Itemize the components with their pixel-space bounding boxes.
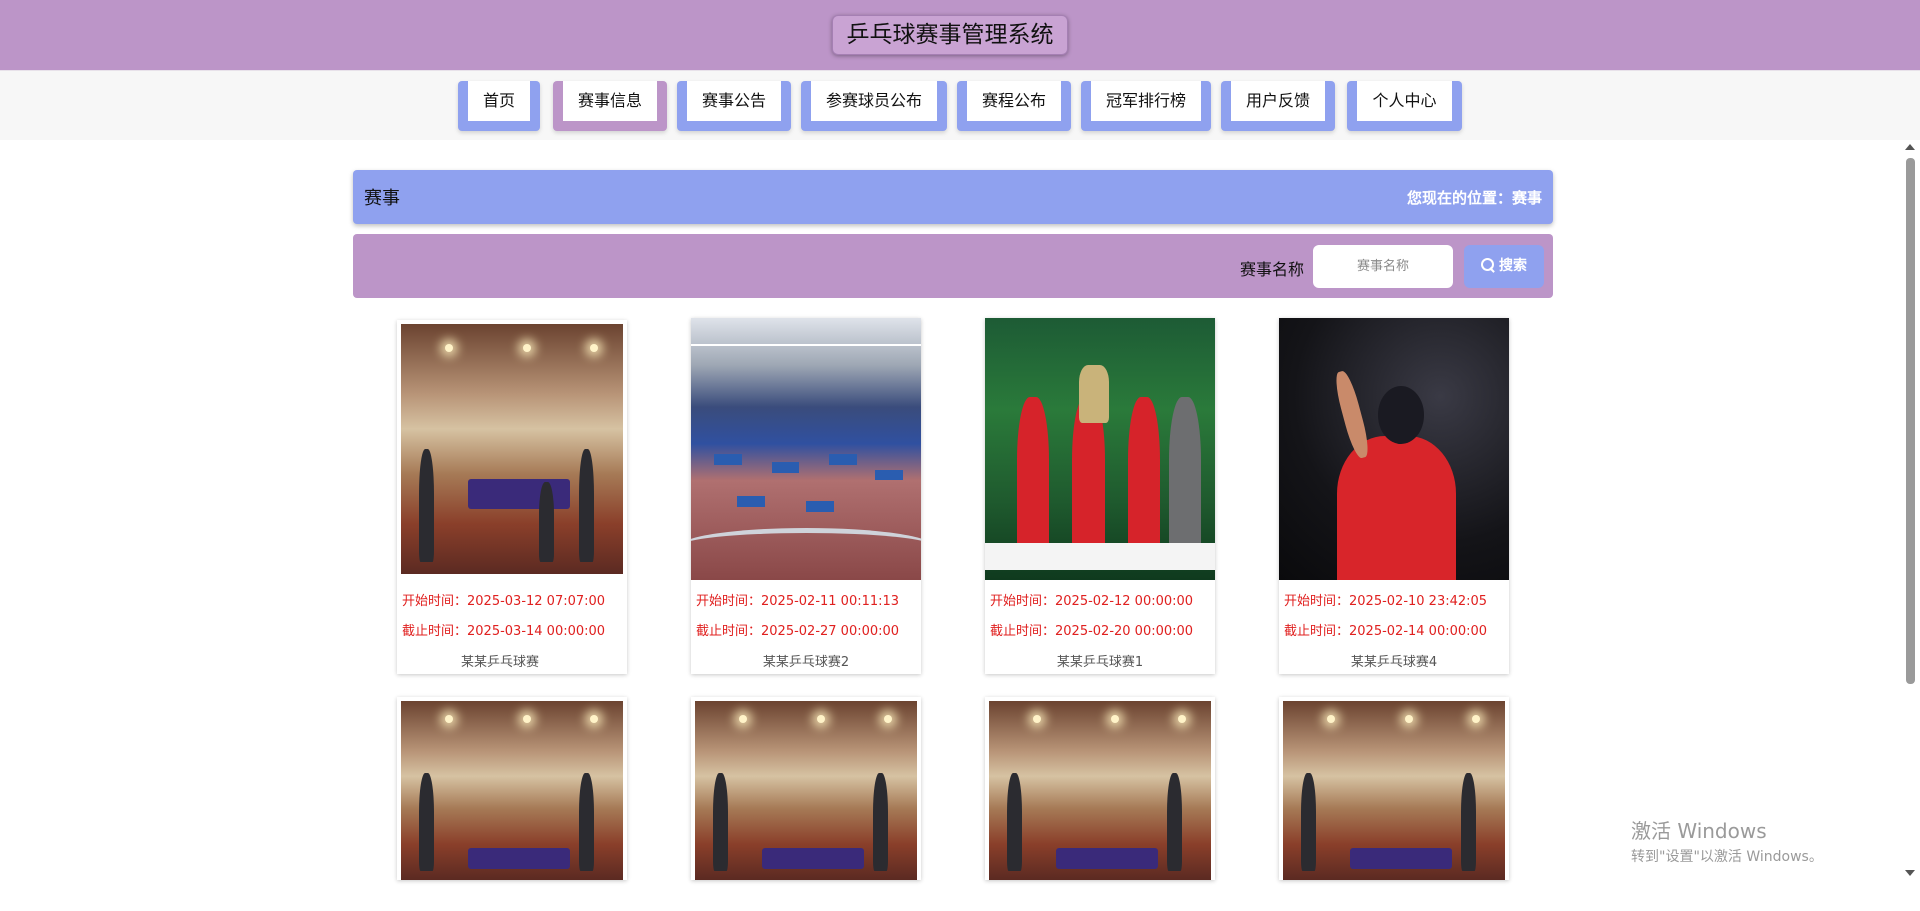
match-photo <box>989 701 1211 880</box>
search-label: 赛事名称 <box>1239 260 1304 279</box>
end-time: 截止时间：2025-02-20 00:00:00 <box>990 624 1194 639</box>
nav-item-home[interactable]: 首页 <box>458 81 540 131</box>
watermark-title: 激活 Windows <box>1631 819 1767 843</box>
start-time: 开始时间：2025-02-10 23:42:05 <box>1284 594 1488 609</box>
nav-item-label: 赛事公告 <box>687 81 781 121</box>
nav-item-feedback[interactable]: 用户反馈 <box>1221 81 1335 131</box>
nav-item-label: 用户反馈 <box>1231 81 1325 121</box>
match-card[interactable]: 开始时间：2025-02-12 00:00:00 截止时间：2025-02-20… <box>985 318 1215 674</box>
search-icon <box>1481 258 1495 272</box>
current-location: 您现在的位置：赛事 <box>1406 189 1542 207</box>
match-photo <box>1283 701 1505 880</box>
match-name: 某某乒乓球赛 <box>460 655 539 670</box>
end-time: 截止时间：2025-02-27 00:00:00 <box>696 624 900 639</box>
match-photo <box>695 701 917 880</box>
scroll-down-icon[interactable] <box>1905 870 1915 876</box>
nav-item-label: 参赛球员公布 <box>811 81 937 121</box>
start-time: 开始时间：2025-03-12 07:07:00 <box>402 594 606 609</box>
nav-item-label: 个人中心 <box>1357 81 1452 121</box>
start-time: 开始时间：2025-02-11 00:11:13 <box>696 594 900 609</box>
top-header: 乒乓球赛事管理系统 <box>0 0 1920 70</box>
match-photo <box>691 318 921 580</box>
match-name: 某某乒乓球赛1 <box>1056 655 1144 670</box>
start-time: 开始时间：2025-02-12 00:00:00 <box>990 594 1194 609</box>
nav-item-user-center[interactable]: 个人中心 <box>1347 81 1462 131</box>
match-photo <box>985 318 1215 580</box>
search-input[interactable] <box>1313 245 1453 288</box>
breadcrumb: 赛事 您现在的位置：赛事 <box>353 170 1553 224</box>
nav-item-players[interactable]: 参赛球员公布 <box>801 81 947 131</box>
match-card[interactable]: 开始时间：2025-02-10 23:42:05 截止时间：2025-02-14… <box>1279 318 1509 674</box>
match-card[interactable] <box>691 697 921 880</box>
nav-item-match-notice[interactable]: 赛事公告 <box>677 81 791 131</box>
match-name: 某某乒乓球赛2 <box>762 655 850 670</box>
nav-item-schedule[interactable]: 赛程公布 <box>957 81 1071 131</box>
end-time: 截止时间：2025-03-14 00:00:00 <box>402 624 606 639</box>
main-nav: 首页 赛事信息 赛事公告 参赛球员公布 赛程公布 冠军排行榜 用户反馈 个人中心 <box>0 70 1920 140</box>
site-title: 乒乓球赛事管理系统 <box>832 15 1068 55</box>
match-card[interactable] <box>985 697 1215 880</box>
nav-item-label: 冠军排行榜 <box>1091 81 1201 121</box>
search-button-label: 搜索 <box>1499 258 1527 274</box>
end-time: 截止时间：2025-02-14 00:00:00 <box>1284 624 1488 639</box>
match-name: 某某乒乓球赛4 <box>1350 655 1438 670</box>
nav-item-label: 首页 <box>468 81 530 121</box>
match-card[interactable] <box>1279 697 1509 880</box>
nav-item-label: 赛事信息 <box>563 81 657 121</box>
nav-item-label: 赛程公布 <box>967 81 1061 121</box>
search-bar: 赛事名称 搜索 <box>353 234 1553 298</box>
scroll-up-icon[interactable] <box>1905 144 1915 150</box>
match-card[interactable] <box>397 697 627 880</box>
scroll-thumb[interactable] <box>1906 158 1915 684</box>
nav-item-champion-rank[interactable]: 冠军排行榜 <box>1081 81 1211 131</box>
match-photo <box>401 324 623 574</box>
match-card[interactable]: 开始时间：2025-02-11 00:11:13 截止时间：2025-02-27… <box>691 318 921 674</box>
match-photo <box>401 701 623 880</box>
windows-activation-watermark: 激活 Windows 转到"设置"以激活 Windows。 <box>1631 815 1823 866</box>
page-title: 赛事 <box>364 188 400 209</box>
search-button[interactable]: 搜索 <box>1464 245 1544 288</box>
vertical-scrollbar[interactable] <box>1901 140 1920 880</box>
match-card[interactable]: 开始时间：2025-03-12 07:07:00 截止时间：2025-03-14… <box>397 320 627 674</box>
watermark-subtitle: 转到"设置"以激活 Windows。 <box>1631 849 1823 865</box>
nav-item-match-info[interactable]: 赛事信息 <box>553 81 667 131</box>
match-photo <box>1279 318 1509 580</box>
